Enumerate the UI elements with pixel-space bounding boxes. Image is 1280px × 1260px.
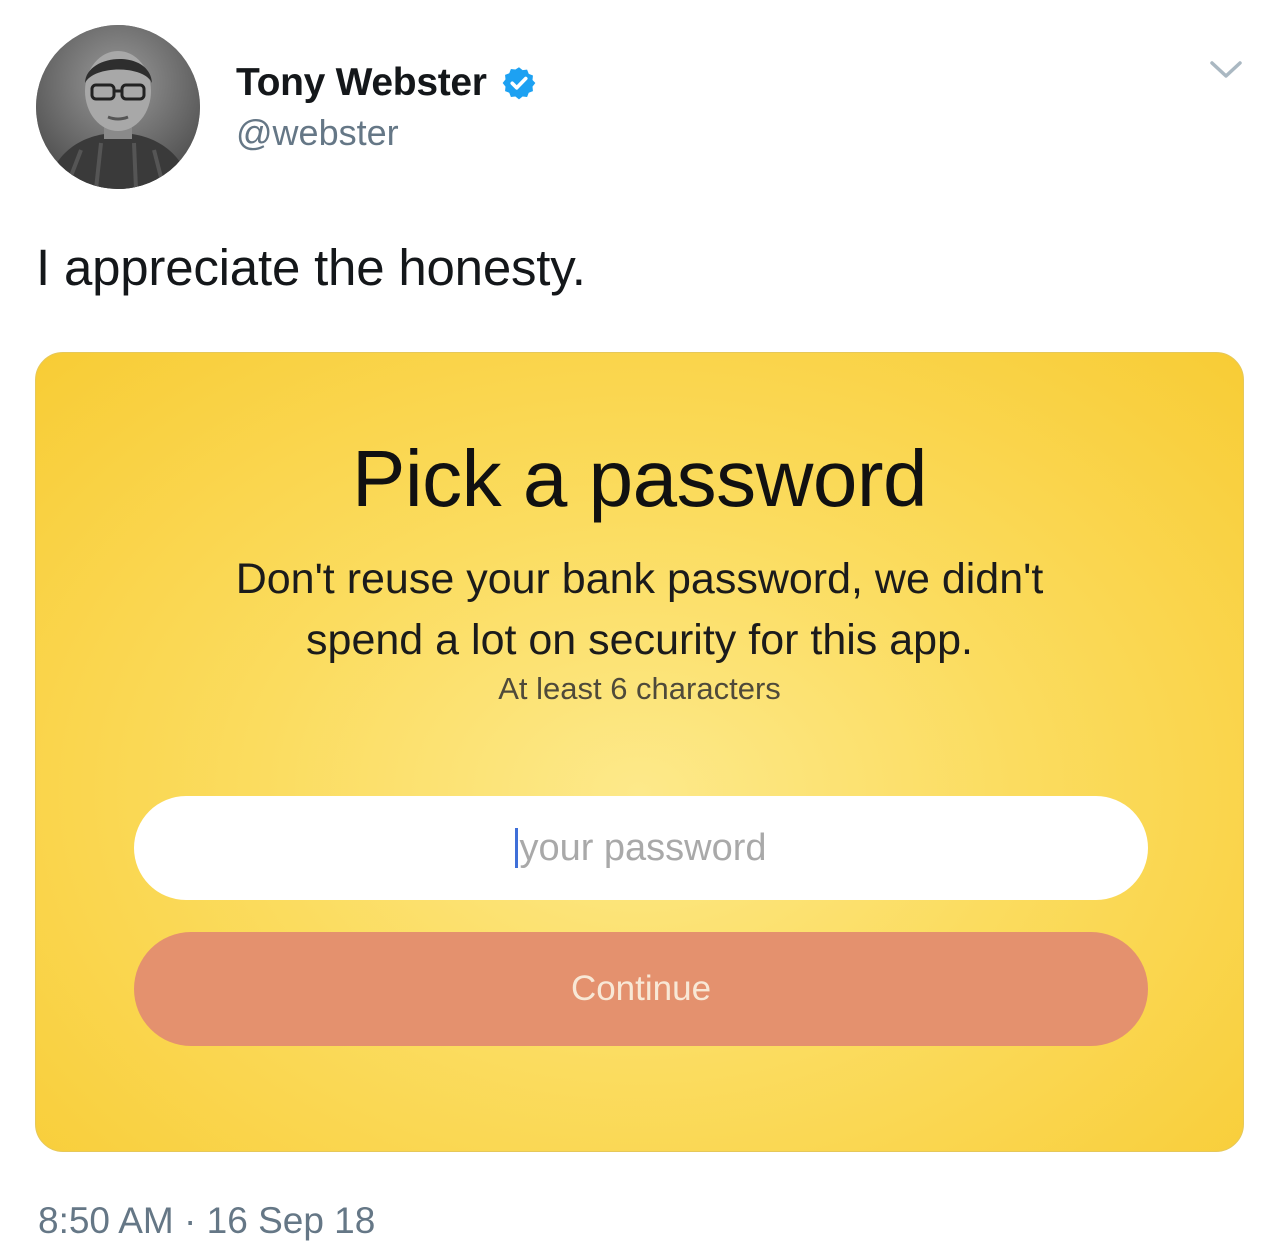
password-input[interactable]: your password [134,796,1148,900]
profile-photo [36,25,200,189]
text-caret [515,828,519,868]
chevron-down-icon[interactable] [1208,58,1244,82]
password-hint: At least 6 characters [498,671,781,706]
tweet-image[interactable]: Pick a password Don't reuse your bank pa… [35,352,1244,1152]
verified-badge-icon [501,65,537,101]
display-name[interactable]: Tony Webster [236,61,487,105]
description-line: Don't reuse your bank password, we didn'… [235,555,1044,603]
author-block: Tony Webster [236,58,537,108]
tweet-timestamp[interactable]: 8:50 AM · 16 Sep 18 [38,1200,375,1242]
continue-button[interactable]: Continue [134,932,1148,1046]
tweet: Tony Webster @webster I appreciate the h… [0,0,1280,1260]
description-line: spend a lot on security for this app. [306,616,973,664]
password-description: Don't reuse your bank password, we didn'… [36,549,1243,671]
author-handle[interactable]: @webster [236,112,399,154]
tweet-text: I appreciate the honesty. [36,239,586,296]
password-title: Pick a password [352,434,927,523]
continue-button-label: Continue [570,969,712,1008]
avatar[interactable] [36,25,200,189]
password-placeholder: your password [519,826,767,869]
